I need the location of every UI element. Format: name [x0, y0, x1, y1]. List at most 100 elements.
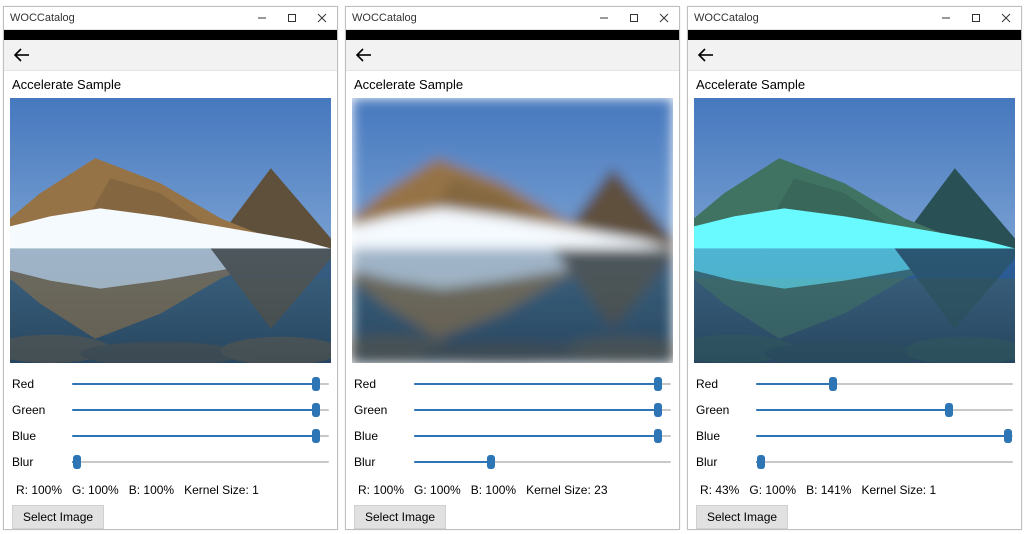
- slider-thumb[interactable]: [829, 377, 837, 391]
- landscape-image: [10, 98, 331, 363]
- slider-thumb[interactable]: [945, 403, 953, 417]
- slider-row-green: Green: [354, 397, 671, 423]
- sliders-panel: Red Green Blue Blur: [688, 367, 1021, 475]
- slider-label: Blur: [354, 455, 414, 469]
- slider-row-red: Red: [354, 371, 671, 397]
- slider-row-blue: Blue: [354, 423, 671, 449]
- status-line: R: 100% G: 100% B: 100% Kernel Size: 23: [346, 475, 679, 503]
- slider-blue[interactable]: [72, 426, 329, 446]
- app-header-bar: [4, 30, 337, 40]
- slider-thumb[interactable]: [654, 403, 662, 417]
- slider-fill: [72, 409, 316, 411]
- minimize-button[interactable]: [589, 7, 619, 29]
- status-g: G: 100%: [72, 483, 119, 497]
- status-kernel: Kernel Size: 1: [861, 483, 936, 497]
- slider-row-blur: Blur: [12, 449, 329, 475]
- status-b: B: 100%: [471, 483, 516, 497]
- status-b: B: 141%: [806, 483, 851, 497]
- slider-row-blue: Blue: [696, 423, 1013, 449]
- landscape-image: [352, 98, 673, 363]
- nav-bar: [4, 40, 337, 71]
- slider-label: Blue: [354, 429, 414, 443]
- window-controls: [931, 7, 1021, 29]
- nav-bar: [688, 40, 1021, 71]
- status-r: R: 43%: [700, 483, 739, 497]
- page-title: Accelerate Sample: [4, 71, 337, 96]
- titlebar[interactable]: WOCCatalog: [346, 7, 679, 30]
- slider-green[interactable]: [414, 400, 671, 420]
- back-arrow-icon: [12, 47, 32, 63]
- titlebar[interactable]: WOCCatalog: [4, 7, 337, 30]
- back-button[interactable]: [354, 47, 374, 63]
- page-title: Accelerate Sample: [346, 71, 679, 96]
- slider-blue[interactable]: [756, 426, 1013, 446]
- window-controls: [247, 7, 337, 29]
- close-button[interactable]: [307, 7, 337, 29]
- close-button[interactable]: [649, 7, 679, 29]
- back-button[interactable]: [12, 47, 32, 63]
- nav-bar: [346, 40, 679, 71]
- back-arrow-icon: [696, 47, 716, 63]
- sliders-panel: Red Green Blue Blur: [4, 367, 337, 475]
- slider-red[interactable]: [72, 374, 329, 394]
- slider-fill: [756, 409, 949, 411]
- slider-label: Blue: [12, 429, 72, 443]
- slider-green[interactable]: [756, 400, 1013, 420]
- slider-thumb[interactable]: [73, 455, 81, 469]
- app-header-bar: [346, 30, 679, 40]
- image-preview: [10, 98, 331, 363]
- slider-label: Blur: [12, 455, 72, 469]
- back-arrow-icon: [354, 47, 374, 63]
- status-g: G: 100%: [749, 483, 796, 497]
- slider-row-red: Red: [696, 371, 1013, 397]
- slider-red[interactable]: [756, 374, 1013, 394]
- titlebar[interactable]: WOCCatalog: [688, 7, 1021, 30]
- maximize-button[interactable]: [277, 7, 307, 29]
- slider-thumb[interactable]: [654, 377, 662, 391]
- slider-track: [756, 461, 1013, 463]
- window-controls: [589, 7, 679, 29]
- slider-fill: [72, 435, 316, 437]
- close-button[interactable]: [991, 7, 1021, 29]
- status-r: R: 100%: [16, 483, 62, 497]
- status-b: B: 100%: [129, 483, 174, 497]
- select-image-button[interactable]: Select Image: [12, 505, 104, 529]
- slider-red[interactable]: [414, 374, 671, 394]
- app-title: WOCCatalog: [352, 12, 417, 24]
- status-g: G: 100%: [414, 483, 461, 497]
- slider-thumb[interactable]: [312, 377, 320, 391]
- slider-thumb[interactable]: [312, 403, 320, 417]
- slider-blur[interactable]: [756, 452, 1013, 472]
- app-title: WOCCatalog: [10, 12, 75, 24]
- slider-thumb[interactable]: [312, 429, 320, 443]
- page-title: Accelerate Sample: [688, 71, 1021, 96]
- back-button[interactable]: [696, 47, 716, 63]
- minimize-button[interactable]: [931, 7, 961, 29]
- status-kernel: Kernel Size: 23: [526, 483, 607, 497]
- app-window: WOCCatalog Accelerate: [687, 6, 1022, 530]
- slider-label: Red: [12, 377, 72, 391]
- slider-blue[interactable]: [414, 426, 671, 446]
- slider-green[interactable]: [72, 400, 329, 420]
- slider-thumb[interactable]: [487, 455, 495, 469]
- slider-thumb[interactable]: [1004, 429, 1012, 443]
- slider-label: Green: [696, 403, 756, 417]
- slider-thumb[interactable]: [757, 455, 765, 469]
- slider-fill: [414, 435, 658, 437]
- sliders-panel: Red Green Blue Blur: [346, 367, 679, 475]
- minimize-button[interactable]: [247, 7, 277, 29]
- slider-thumb[interactable]: [654, 429, 662, 443]
- slider-row-green: Green: [12, 397, 329, 423]
- maximize-button[interactable]: [961, 7, 991, 29]
- select-image-button[interactable]: Select Image: [696, 505, 788, 529]
- maximize-button[interactable]: [619, 7, 649, 29]
- select-image-button[interactable]: Select Image: [354, 505, 446, 529]
- slider-blur[interactable]: [72, 452, 329, 472]
- app-title: WOCCatalog: [694, 12, 759, 24]
- slider-blur[interactable]: [414, 452, 671, 472]
- status-line: R: 43% G: 100% B: 141% Kernel Size: 1: [688, 475, 1021, 503]
- landscape-image: [694, 98, 1015, 363]
- status-kernel: Kernel Size: 1: [184, 483, 259, 497]
- slider-fill: [414, 383, 658, 385]
- image-preview: [352, 98, 673, 363]
